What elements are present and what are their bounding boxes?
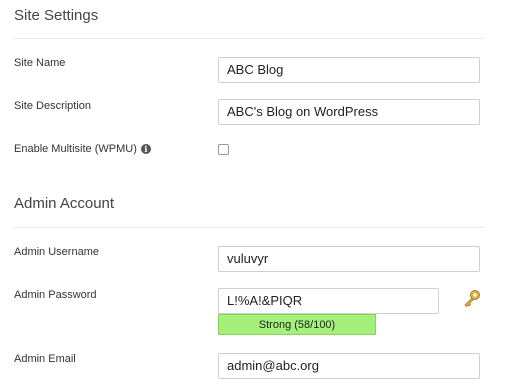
info-icon[interactable]: i [140, 144, 151, 154]
admin-password-input[interactable]: L!%A!&PIQR [218, 288, 439, 314]
divider [14, 38, 484, 39]
admin-password-label: Admin Password [14, 289, 97, 301]
multisite-label: Enable Multisite (WPMU) [14, 143, 137, 155]
site-name-label: Site Name [14, 57, 66, 69]
site-settings-heading: Site Settings [14, 7, 99, 24]
divider [14, 227, 484, 228]
multisite-label-row: Enable Multisite (WPMU) i [14, 143, 151, 155]
password-strength-meter: Strong (58/100) [218, 314, 376, 335]
key-icon[interactable] [462, 288, 482, 308]
admin-email-label: Admin Email [14, 353, 76, 365]
site-description-input[interactable]: ABC's Blog on WordPress [218, 99, 480, 125]
multisite-checkbox[interactable] [218, 144, 229, 155]
site-description-label: Site Description [14, 100, 92, 112]
admin-account-heading: Admin Account [14, 195, 115, 212]
admin-email-input[interactable]: admin@abc.org [218, 353, 480, 379]
admin-username-input[interactable]: vuluvyr [218, 246, 480, 272]
admin-username-label: Admin Username [14, 246, 99, 258]
site-name-input[interactable]: ABC Blog [218, 57, 480, 83]
